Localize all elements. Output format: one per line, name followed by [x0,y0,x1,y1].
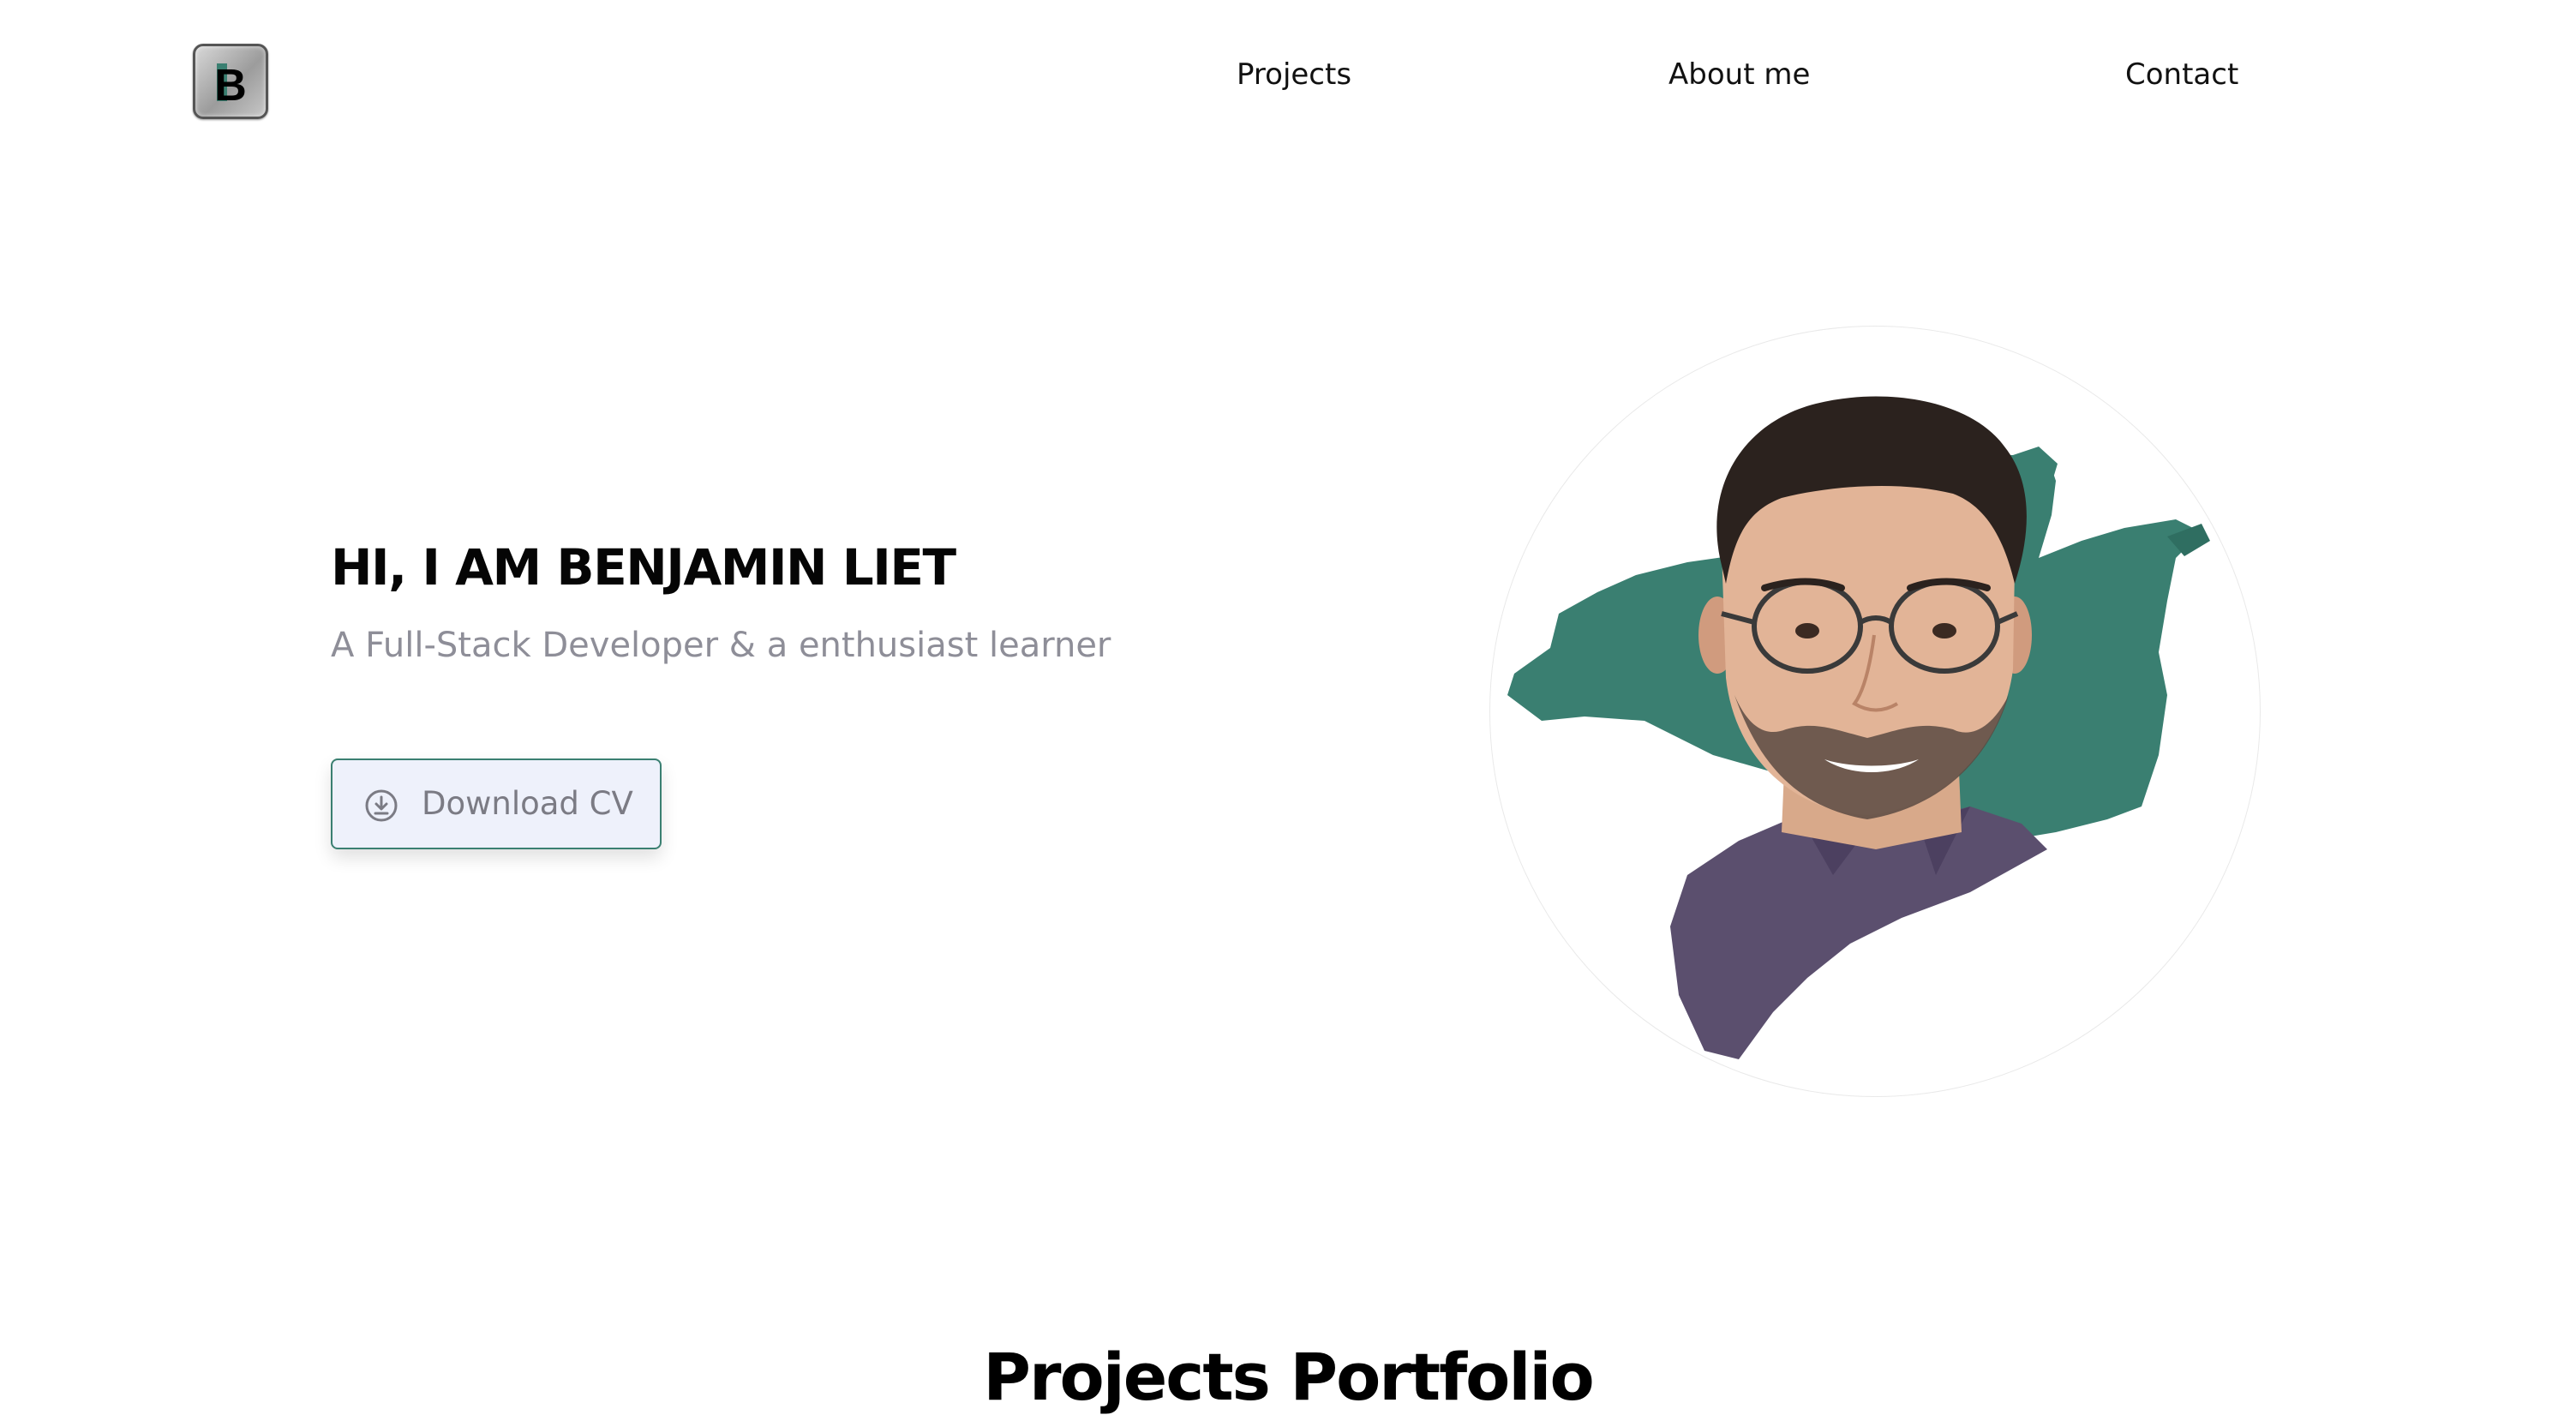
nav-link-projects[interactable]: Projects [1237,53,1351,96]
nav-link-contact[interactable]: Contact [2125,53,2238,96]
profile-photo [1507,396,2210,1059]
projects-portfolio-heading: Projects Portfolio [983,1339,1594,1415]
logo-mark-icon: B [214,61,247,111]
download-cv-button[interactable]: Download CV [331,758,662,849]
download-cv-label: Download CV [422,785,633,822]
nav-link-about-me[interactable]: About me [1668,53,1810,96]
logo-letter: B [214,61,247,111]
download-circle-icon [365,789,398,822]
hero-subtitle: A Full-Stack Developer & a enthusiast le… [331,626,1111,665]
logo[interactable]: B [193,44,268,119]
hero-title: HI, I AM BENJAMIN LIET [331,538,956,597]
portrait-frame [1489,326,2261,1097]
